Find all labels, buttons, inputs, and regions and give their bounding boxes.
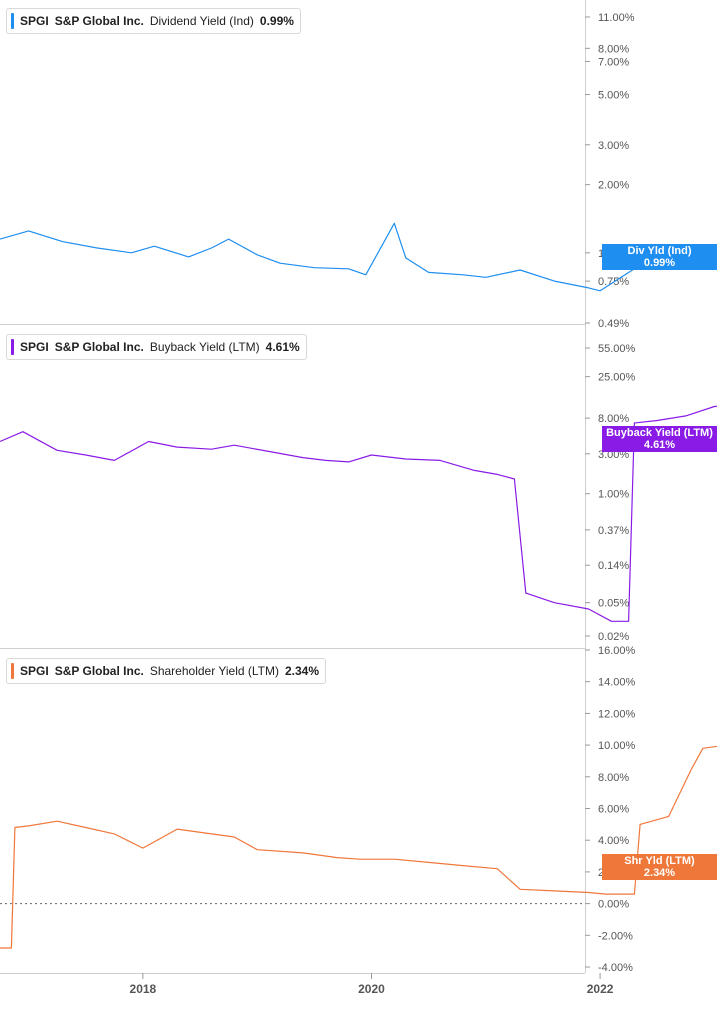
y-tick-label: 0.00%	[598, 899, 629, 911]
y-tick-label: 0.14%	[598, 560, 629, 572]
y-tick-label: 8.00%	[598, 43, 629, 55]
y-tick-label: 2.00%	[598, 180, 629, 192]
legend-buyback[interactable]: SPGI S&P Global Inc. Buyback Yield (LTM)…	[6, 334, 307, 360]
legend-metric: Shareholder Yield (LTM)	[149, 664, 279, 678]
y-tick-label: 11.00%	[598, 12, 635, 24]
legend-shareholder[interactable]: SPGI S&P Global Inc. Shareholder Yield (…	[6, 658, 327, 684]
y-tick-label: 8.00%	[598, 772, 629, 784]
badge-label: Shr Yld (LTM)	[624, 855, 695, 867]
legend-ticker: SPGI	[20, 664, 49, 678]
y-tick-label: 0.02%	[598, 631, 629, 643]
legend-metric: Dividend Yield (Ind)	[149, 14, 254, 28]
legend-ticker: SPGI	[20, 14, 49, 28]
y-tick-label: 7.00%	[598, 56, 629, 68]
legend-dividend[interactable]: SPGI S&P Global Inc. Dividend Yield (Ind…	[6, 8, 301, 34]
y-tick-label: 4.00%	[598, 835, 629, 847]
legend-value: 4.61%	[265, 340, 300, 354]
legend-company: S&P Global Inc.	[54, 14, 144, 28]
badge-buyback: Buyback Yield (LTM) 4.61%	[602, 426, 717, 452]
legend-swatch-dividend	[11, 13, 14, 29]
y-tick-label: 55.00%	[598, 343, 636, 355]
y-tick-label: 25.00%	[598, 372, 636, 384]
badge-shareholder: Shr Yld (LTM) 2.34%	[602, 854, 717, 880]
y-tick-label: 0.05%	[598, 598, 629, 610]
y-tick-label: 14.00%	[598, 677, 636, 689]
badge-dividend: Div Yld (Ind) 0.99%	[602, 244, 717, 270]
x-tick-label: 2018	[130, 982, 157, 996]
y-tick-label: 8.00%	[598, 413, 629, 425]
legend-company: S&P Global Inc.	[54, 340, 144, 354]
badge-value: 4.61%	[643, 439, 676, 451]
x-tick-label: 2022	[587, 982, 614, 996]
y-tick-label: 16.00%	[598, 645, 636, 657]
legend-ticker: SPGI	[20, 340, 49, 354]
legend-company: S&P Global Inc.	[54, 664, 144, 678]
legend-swatch-buyback	[11, 339, 14, 355]
y-tick-label: 0.49%	[598, 318, 629, 330]
y-tick-label: 5.00%	[598, 90, 629, 102]
legend-metric: Buyback Yield (LTM)	[149, 340, 260, 354]
y-tick-label: 6.00%	[598, 804, 629, 816]
chart-root: 11.00%8.00%7.00%5.00%3.00%2.00%1.00%0.75…	[0, 0, 717, 1005]
y-tick-label: 10.00%	[598, 740, 636, 752]
badge-label: Buyback Yield (LTM)	[606, 427, 713, 439]
y-tick-label: 3.00%	[598, 140, 629, 152]
y-tick-label: -2.00%	[598, 930, 633, 942]
legend-value: 2.34%	[285, 664, 320, 678]
x-tick-label: 2020	[358, 982, 385, 996]
legend-value: 0.99%	[259, 14, 294, 28]
y-tick-label: -4.00%	[598, 962, 633, 974]
badge-value: 2.34%	[643, 867, 676, 879]
y-tick-label: 12.00%	[598, 708, 636, 720]
badge-value: 0.99%	[643, 257, 676, 269]
y-tick-label: 1.00%	[598, 489, 629, 501]
badge-label: Div Yld (Ind)	[627, 245, 692, 257]
legend-swatch-shareholder	[11, 663, 14, 679]
y-tick-label: 0.37%	[598, 525, 629, 537]
